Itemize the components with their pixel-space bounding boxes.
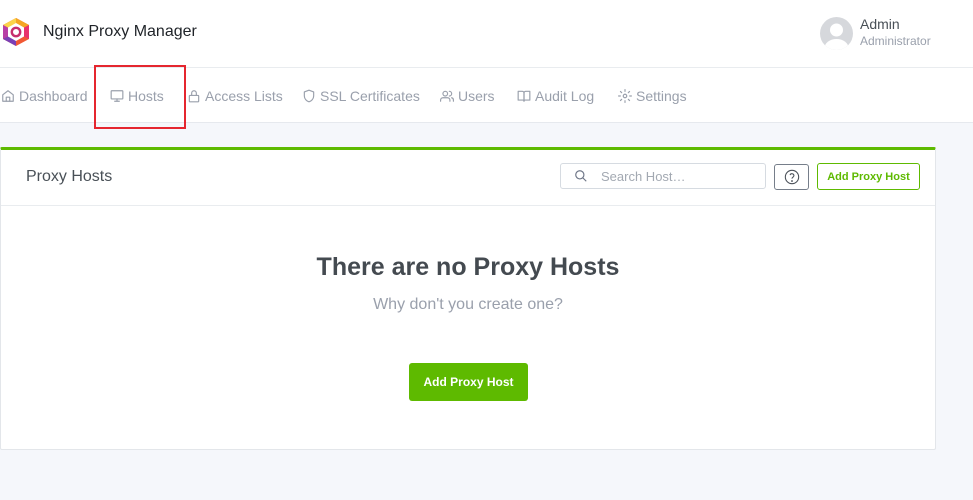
user-name: Admin (860, 16, 900, 32)
nav-item-users[interactable]: Users (440, 68, 495, 123)
avatar[interactable] (820, 16, 853, 50)
search-box[interactable] (560, 163, 766, 189)
nav-item-label: Access Lists (205, 87, 283, 104)
nav-item-label: SSL Certificates (320, 87, 420, 104)
empty-state-subtitle: Why don't you create one? (373, 296, 563, 313)
nav-item-access-lists[interactable]: Access Lists (187, 68, 283, 123)
proxy-hosts-card: Proxy Hosts Add Proxy Host There are no … (0, 147, 936, 450)
nav-item-dashboard[interactable]: Dashboard (1, 68, 88, 123)
main-nav: Dashboard Hosts Access Lists SSL Certifi… (0, 68, 973, 123)
user-avatar-icon (824, 23, 849, 50)
gear-icon (618, 88, 632, 103)
app-title: Nginx Proxy Manager (43, 23, 197, 40)
empty-state-title: There are no Proxy Hosts (316, 253, 620, 281)
nav-item-ssl-certificates[interactable]: SSL Certificates (302, 68, 420, 123)
nav-item-label: Hosts (128, 87, 164, 104)
add-proxy-host-button[interactable]: Add Proxy Host (817, 163, 920, 190)
add-proxy-host-primary-button[interactable]: Add Proxy Host (409, 363, 528, 401)
nav-item-hosts[interactable]: Hosts (110, 68, 164, 123)
users-icon (440, 90, 454, 102)
nav-item-label: Settings (636, 87, 687, 104)
app-logo-icon (3, 18, 29, 46)
user-role: Administrator (860, 34, 931, 48)
card-header: Proxy Hosts Add Proxy Host (1, 150, 935, 206)
book-icon (517, 90, 531, 102)
top-header: Nginx Proxy Manager Admin Administrator (0, 0, 973, 68)
nav-item-label: Audit Log (535, 87, 595, 104)
nav-item-label: Users (458, 87, 495, 104)
home-icon (2, 89, 14, 102)
shield-icon (303, 89, 315, 102)
help-button[interactable] (774, 164, 809, 190)
card-title: Proxy Hosts (26, 168, 113, 185)
nav-item-label: Dashboard (19, 87, 88, 104)
nav-item-settings[interactable]: Settings (618, 68, 687, 123)
monitor-icon (110, 89, 124, 102)
search-input[interactable] (601, 168, 761, 184)
user-menu[interactable]: Admin Administrator (820, 16, 931, 50)
help-icon (784, 169, 799, 185)
brand[interactable]: Nginx Proxy Manager (2, 17, 197, 47)
search-icon (575, 170, 587, 182)
nav-item-audit-log[interactable]: Audit Log (517, 68, 594, 123)
lock-icon (188, 89, 200, 102)
